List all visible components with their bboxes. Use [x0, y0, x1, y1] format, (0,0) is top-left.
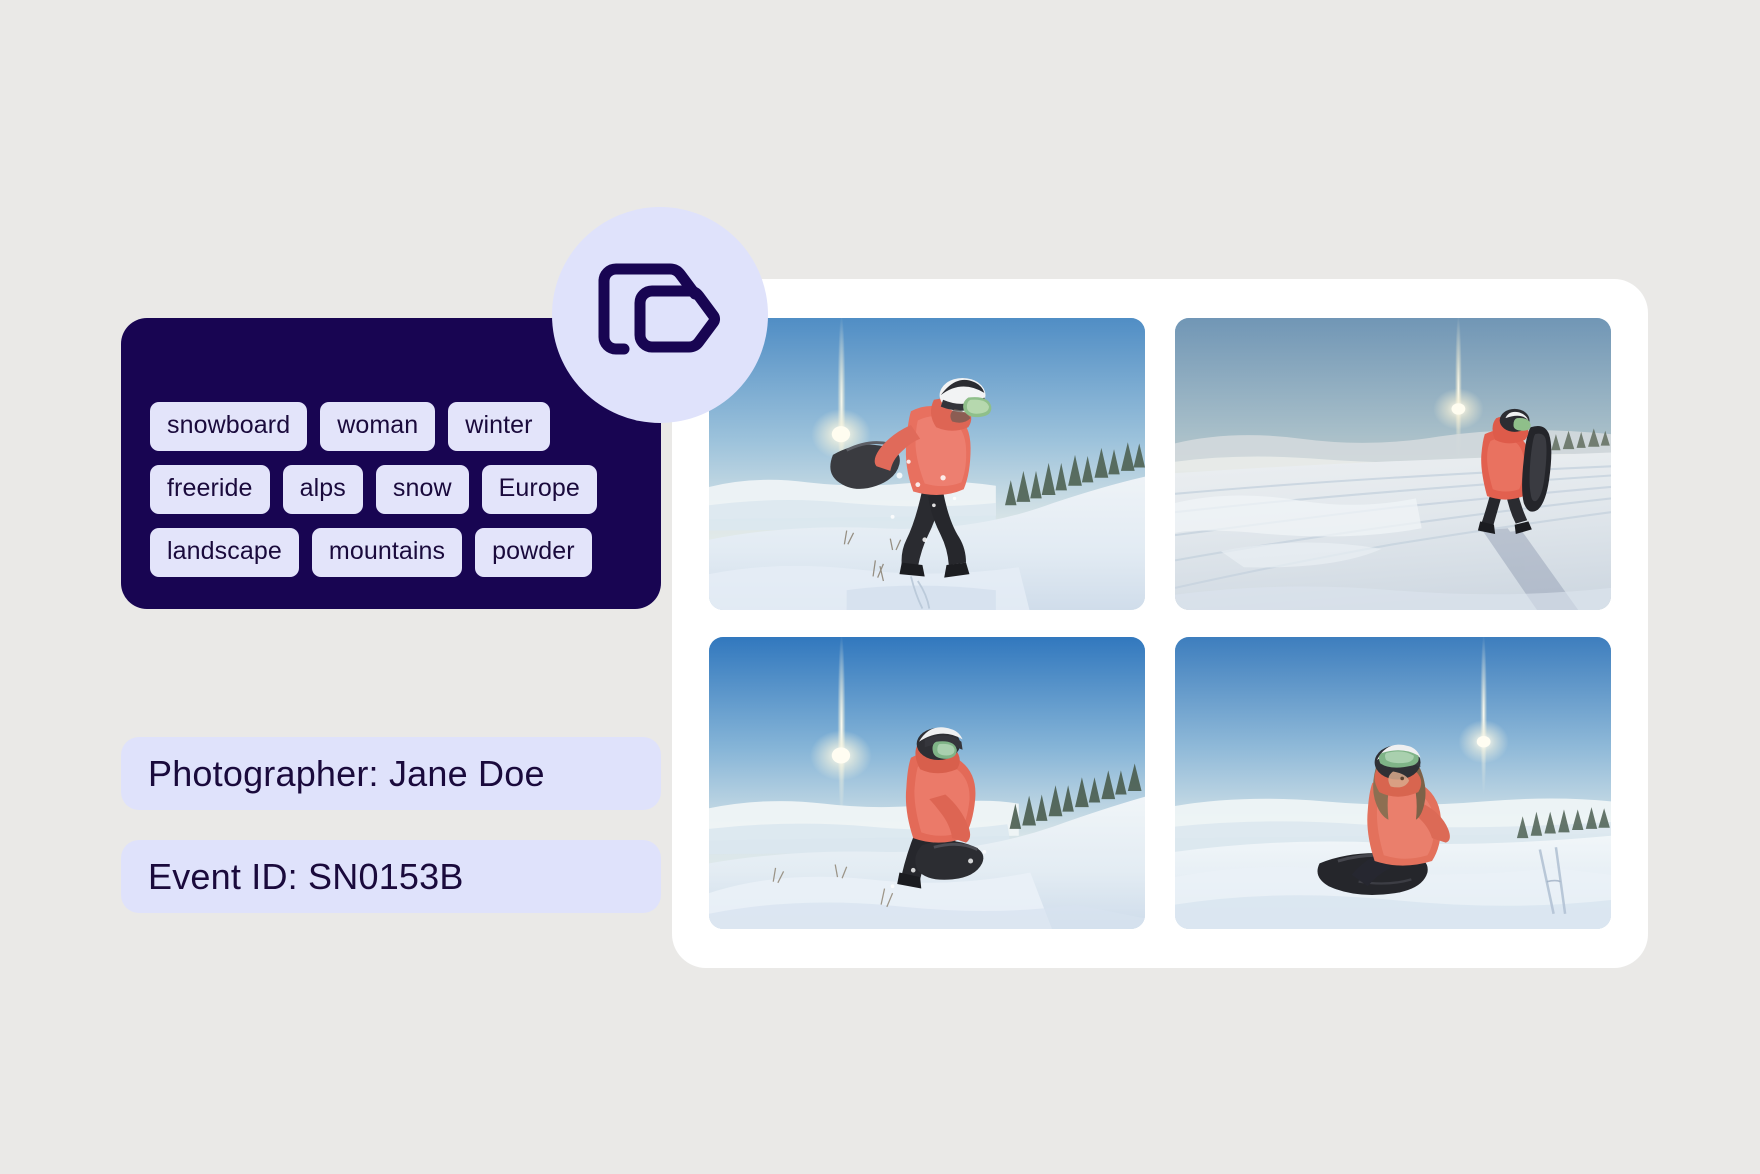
photo-snowboarder-crouching-image: [709, 637, 1145, 929]
tags-icon: [594, 259, 726, 371]
photo-snowboarder-walking[interactable]: [1175, 318, 1611, 610]
photographer-pill: Photographer: Jane Doe: [121, 737, 661, 810]
photo-snowboarder-jumping[interactable]: [709, 318, 1145, 610]
tag-row: landscape mountains powder: [150, 528, 661, 577]
photo-snowboarder-crouching[interactable]: [709, 637, 1145, 929]
tag-row: freeride alps snow Europe: [150, 465, 661, 514]
tag-row: snowboard woman winter: [150, 402, 661, 451]
tag-chip-snowboard[interactable]: snowboard: [150, 402, 308, 451]
tag-chip-freeride[interactable]: freeride: [150, 465, 270, 514]
event-id-label: Event ID: SN0153B: [148, 855, 464, 897]
tags-badge: [552, 207, 768, 423]
composition-stage: snowboard woman winter freeride alps sno…: [0, 0, 1760, 1174]
photo-gallery-card: [672, 279, 1648, 968]
photographer-label: Photographer: Jane Doe: [148, 752, 545, 794]
photo-grid: [709, 318, 1611, 929]
event-id-pill: Event ID: SN0153B: [121, 840, 661, 913]
tag-chip-landscape[interactable]: landscape: [150, 528, 299, 577]
tag-chip-winter[interactable]: winter: [448, 402, 550, 451]
tag-chip-mountains[interactable]: mountains: [311, 528, 463, 577]
photo-snowboarder-sitting-image: [1175, 637, 1611, 929]
photo-snowboarder-walking-image: [1175, 318, 1611, 610]
tag-chip-snow[interactable]: snow: [375, 465, 469, 514]
photo-snowboarder-sitting[interactable]: [1175, 637, 1611, 929]
tag-chip-alps[interactable]: alps: [282, 465, 363, 514]
tag-chip-europe[interactable]: Europe: [481, 465, 597, 514]
tag-chip-woman[interactable]: woman: [320, 402, 436, 451]
photo-snowboarder-jumping-image: [709, 318, 1145, 610]
tag-chip-powder[interactable]: powder: [475, 528, 592, 577]
tag-list: snowboard woman winter freeride alps sno…: [150, 402, 661, 591]
